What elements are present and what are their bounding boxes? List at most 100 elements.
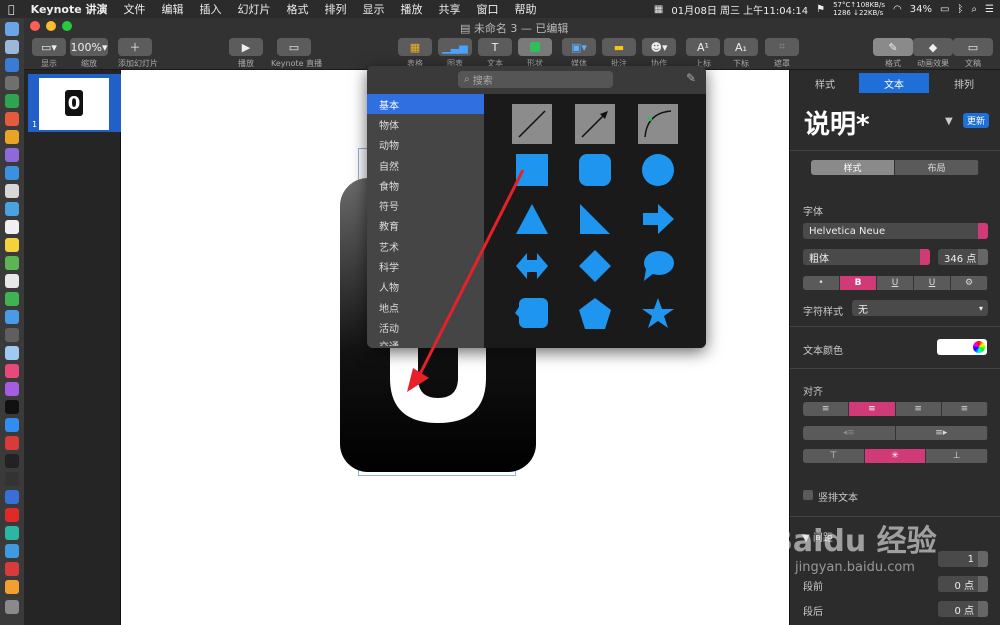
plus-icon[interactable]: ＋ [118, 38, 152, 56]
zoom-select[interactable]: 100% ▾ [70, 38, 108, 56]
trash-icon[interactable] [5, 600, 19, 614]
align-center-icon[interactable]: ≡ [849, 402, 896, 416]
search-icon[interactable]: ⌕ [971, 4, 977, 15]
flag-icon[interactable]: ⚑ [816, 4, 825, 15]
font-weight-stepper[interactable] [920, 249, 930, 265]
photos-icon[interactable] [5, 274, 19, 288]
app-icon[interactable] [5, 94, 19, 108]
align-left-icon[interactable]: ≡ [803, 402, 850, 416]
mask-icon[interactable]: ⌗ [765, 38, 799, 56]
subscript-button[interactable]: A₁ 下标 [724, 38, 758, 69]
font-size-field[interactable]: 346 点 [938, 249, 988, 265]
superscript-button[interactable]: A¹ 上标 [686, 38, 720, 69]
collaborate-button[interactable]: ☻▾ 协作 [642, 38, 676, 69]
format-button[interactable]: ✎ 格式 [873, 38, 913, 69]
text-options-gear-icon[interactable]: ⚙ [951, 276, 988, 290]
animate-icon[interactable]: ◆ [913, 38, 953, 56]
before-stepper[interactable] [978, 576, 988, 592]
pentagon-shape[interactable] [575, 294, 615, 334]
table-icon[interactable]: ▦ [398, 38, 432, 56]
shape-search-input[interactable]: ⌕ 搜索 [458, 71, 613, 88]
chart-icon[interactable]: ▁▃▅ [438, 38, 472, 56]
app-icon[interactable] [5, 166, 19, 180]
subtab-style[interactable]: 样式 [811, 160, 895, 175]
brush-icon[interactable]: ✎ [873, 38, 913, 56]
control-center-icon[interactable]: ☰ [985, 4, 994, 15]
text-color-well[interactable] [937, 339, 987, 355]
paragraph-style-name[interactable]: 说明* [804, 104, 870, 141]
safari-icon[interactable] [5, 58, 19, 72]
tab-arrange[interactable]: 排列 [931, 73, 997, 93]
align-justify-icon[interactable]: ≡ [941, 402, 988, 416]
vertical-text-checkbox[interactable] [803, 490, 813, 500]
yandex-icon[interactable] [5, 508, 19, 522]
paragraph-style-dropdown-icon[interactable]: ▼ [945, 116, 953, 127]
app-icon[interactable] [5, 472, 19, 486]
app-icon[interactable] [5, 436, 19, 450]
before-field[interactable]: 0 点 [938, 576, 988, 592]
category-item-basic[interactable]: 基本 [367, 94, 484, 115]
rounded-square-shape[interactable] [575, 150, 615, 190]
app-icon[interactable] [5, 76, 19, 90]
table-button[interactable]: ▦ 表格 [398, 38, 432, 69]
app-icon[interactable] [5, 490, 19, 504]
italic-button[interactable]: U [877, 276, 914, 290]
wifi-icon[interactable]: ◠ [893, 4, 902, 15]
category-item-objects[interactable]: 物体 [367, 114, 484, 134]
menu-slide[interactable]: 幻灯片 [230, 1, 279, 17]
chrome-icon[interactable] [5, 112, 19, 126]
add-slide-button[interactable]: ＋ 添加幻灯片 [118, 38, 158, 69]
after-stepper[interactable] [978, 601, 988, 617]
arrow-line-shape[interactable] [575, 104, 615, 144]
sidebar-icon[interactable]: ▭▾ [32, 38, 66, 56]
pen-icon[interactable]: ✎ [686, 71, 696, 85]
menu-view[interactable]: 显示 [355, 1, 393, 17]
app-icon[interactable] [5, 346, 19, 360]
curve-shape[interactable] [638, 104, 678, 144]
messages-icon[interactable] [5, 292, 19, 306]
font-size-stepper[interactable] [978, 249, 988, 265]
calendar-icon[interactable]: ▦ [654, 4, 663, 15]
comment-icon[interactable]: ▬ [602, 38, 636, 56]
app-icon[interactable] [5, 148, 19, 162]
speech-bubble-shape[interactable] [638, 246, 678, 286]
increase-indent-icon[interactable]: ≡▸ [895, 426, 988, 440]
chart-button[interactable]: ▁▃▅ 图表 [438, 38, 472, 69]
battery-text[interactable]: 34% [910, 4, 932, 15]
menu-file[interactable]: 文件 [116, 1, 154, 17]
align-right-icon[interactable]: ≡ [895, 402, 942, 416]
menu-app-name[interactable]: Keynote 讲演 [23, 1, 116, 17]
text-icon[interactable]: T [478, 38, 512, 56]
tab-text[interactable]: 文本 [859, 73, 929, 93]
subscript-icon[interactable]: A₁ [724, 38, 758, 56]
underline-button[interactable]: U [914, 276, 951, 290]
app-icon[interactable] [5, 562, 19, 576]
line-shape[interactable] [512, 104, 552, 144]
collaborate-icon[interactable]: ☻▾ [642, 38, 676, 56]
bold-button[interactable]: B [840, 276, 877, 290]
apple-icon[interactable]:  [0, 3, 23, 16]
zoom-control[interactable]: 100% ▾ 缩放 [70, 38, 108, 69]
diamond-shape[interactable] [575, 246, 615, 286]
menu-help[interactable]: 帮助 [507, 1, 545, 17]
font-weight-select[interactable]: 粗体 [803, 249, 930, 265]
update-button[interactable]: 更新 [963, 113, 989, 128]
mask-button[interactable]: ⌗ 遮罩 [765, 38, 799, 69]
calendar-app-icon[interactable] [5, 220, 19, 234]
view-button[interactable]: ▭▾ 显示 [32, 38, 66, 69]
subtab-layout[interactable]: 布局 [895, 160, 979, 175]
app-icon[interactable] [5, 130, 19, 144]
shape-icon[interactable] [518, 38, 552, 56]
color-wheel-icon[interactable] [973, 341, 985, 353]
line-spacing-field[interactable]: 1 [938, 551, 988, 567]
app-icon[interactable] [5, 310, 19, 324]
right-triangle-shape[interactable] [575, 199, 615, 239]
app-store-icon[interactable] [5, 418, 19, 432]
tv-icon[interactable] [5, 400, 19, 414]
app-icon[interactable] [5, 544, 19, 558]
tab-style[interactable]: 样式 [793, 73, 857, 93]
app-icon[interactable] [5, 184, 19, 198]
music-icon[interactable] [5, 364, 19, 378]
right-arrow-shape[interactable] [638, 199, 678, 239]
line-spacing-stepper[interactable] [978, 551, 988, 567]
